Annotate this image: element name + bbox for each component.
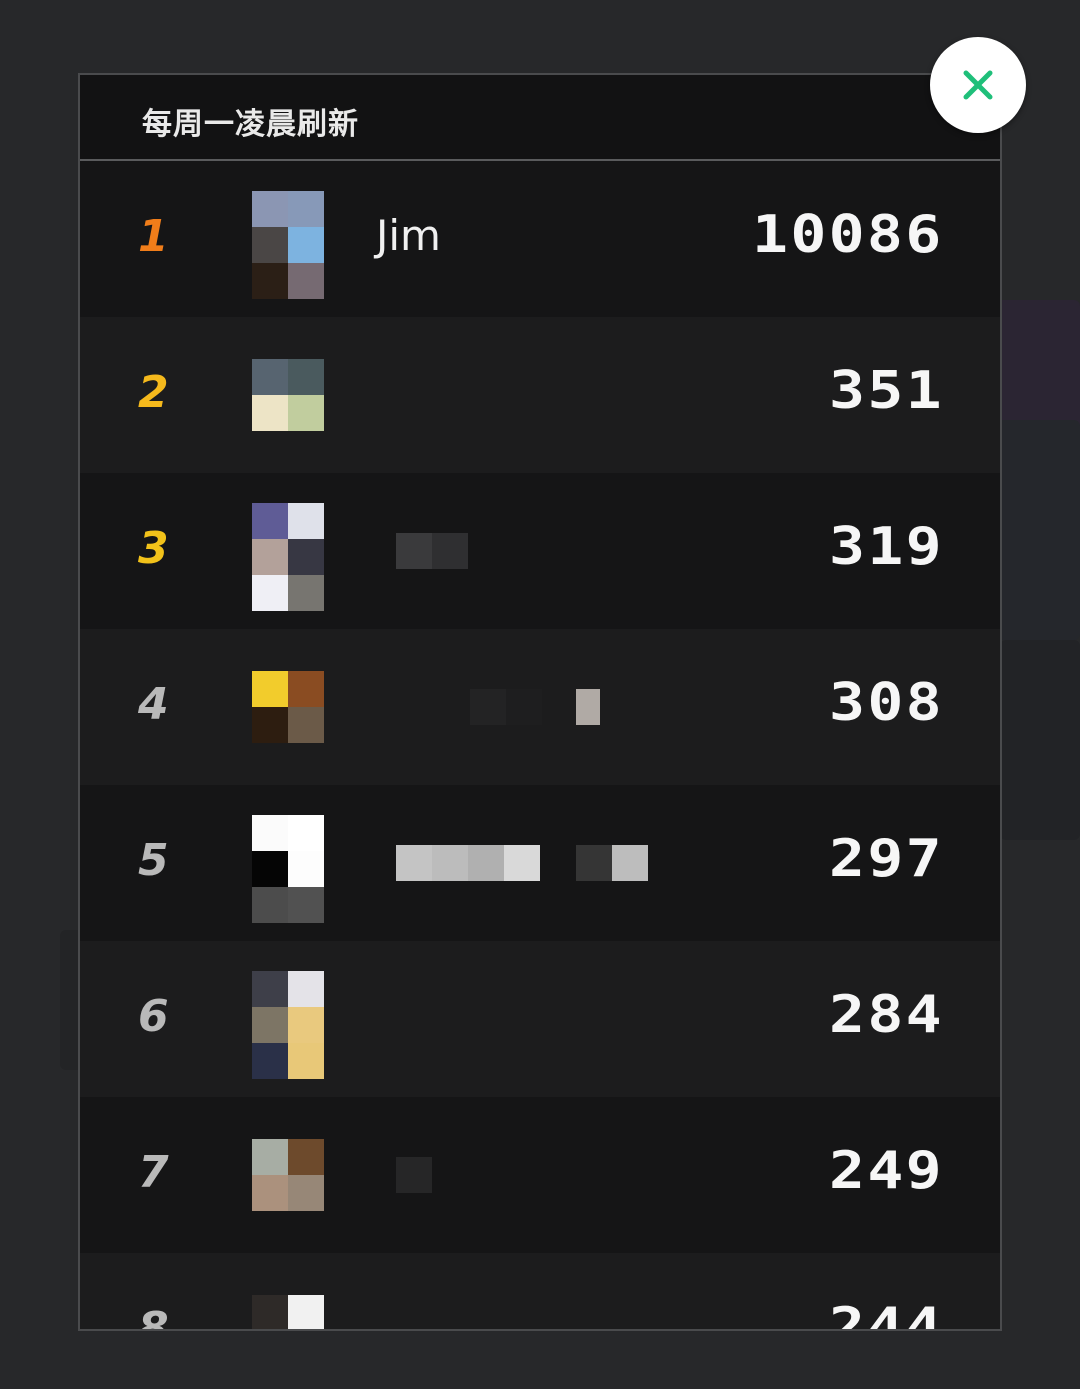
masked-name-block (396, 1157, 432, 1193)
rank-number: 8 (138, 1303, 169, 1331)
background-tile (1000, 640, 1080, 840)
rank-number: 5 (138, 835, 169, 886)
player-score: 351 (829, 361, 944, 421)
leaderboard-list[interactable]: 1 Jim 10086 2 351 3 319 4 308 5 297 6 284 7 249 8 244 (80, 161, 1000, 1331)
masked-name-block (470, 689, 506, 725)
rank-number: 3 (138, 523, 169, 574)
leaderboard-row[interactable]: 5 297 (80, 785, 1000, 941)
masked-name-block (432, 845, 468, 881)
masked-name-block (576, 845, 612, 881)
masked-name-block (576, 689, 600, 725)
rank-number: 6 (138, 991, 169, 1042)
avatar (252, 191, 324, 299)
player-score: 308 (829, 673, 944, 733)
panel-header: 每周一凌晨刷新 (80, 75, 1000, 161)
leaderboard-row[interactable]: 2 351 (80, 317, 1000, 473)
refresh-notice: 每周一凌晨刷新 (142, 107, 359, 142)
rank-number: 4 (138, 679, 169, 730)
rank-number: 1 (138, 211, 169, 262)
player-score: 319 (829, 517, 944, 577)
player-score: 244 (829, 1297, 944, 1331)
avatar (252, 815, 324, 923)
leaderboard-row[interactable]: 8 244 (80, 1253, 1000, 1331)
player-name: Jim (376, 211, 441, 260)
leaderboard-row[interactable]: 7 249 (80, 1097, 1000, 1253)
close-icon (963, 70, 993, 100)
player-score: 284 (829, 985, 944, 1045)
avatar (252, 1295, 324, 1329)
masked-name-block (396, 845, 432, 881)
player-score: 297 (829, 829, 944, 889)
rank-number: 7 (138, 1147, 169, 1198)
leaderboard-row[interactable]: 4 308 (80, 629, 1000, 785)
leaderboard-panel: 每周一凌晨刷新 1 Jim 10086 2 351 3 319 4 308 5 297 6 284 7 24… (78, 73, 1002, 1331)
masked-name-block (504, 845, 540, 881)
close-button[interactable] (930, 37, 1026, 133)
rank-number: 2 (138, 367, 169, 418)
avatar (252, 359, 324, 431)
player-score: 249 (829, 1141, 944, 1201)
masked-name-block (612, 845, 648, 881)
masked-name-block (432, 533, 468, 569)
avatar (252, 971, 324, 1079)
leaderboard-row[interactable]: 1 Jim 10086 (80, 161, 1000, 317)
leaderboard-row[interactable]: 3 319 (80, 473, 1000, 629)
avatar (252, 671, 324, 743)
avatar (252, 1139, 324, 1211)
masked-name-block (506, 689, 542, 725)
leaderboard-row[interactable]: 6 284 (80, 941, 1000, 1097)
player-score: 10086 (752, 205, 944, 265)
avatar (252, 503, 324, 611)
masked-name-block (468, 845, 504, 881)
masked-name-block (396, 533, 432, 569)
